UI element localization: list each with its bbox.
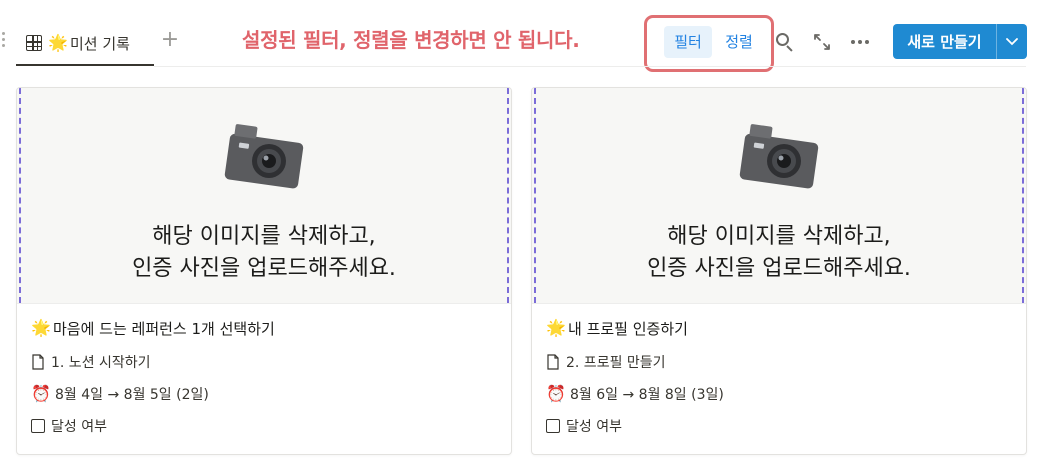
cover-instruction: 해당 이미지를 삭제하고, 인증 사진을 업로드해주세요. [532,221,1026,285]
card-body: 🌟 마음에 드는 레퍼런스 1개 선택하기 1. 노션 시작하기 ⏰ 8월 4일… [17,303,511,448]
card-body: 🌟 내 프로필 인증하기 2. 프로필 만들기 ⏰ 8월 6일 → 8월 8일 … [532,303,1026,448]
relation-text: 1. 노션 시작하기 [51,355,151,371]
checkbox[interactable] [31,419,45,433]
new-button[interactable]: 새로 만들기 [893,24,1027,59]
cover-line: 인증 사진을 업로드해주세요. [647,256,911,281]
page-icon [32,354,44,370]
chevron-down-icon[interactable] [997,37,1027,46]
gallery-grid-icon [26,35,42,51]
filter-button[interactable]: 필터 [664,26,712,58]
page-icon [547,354,559,370]
cover-line: 해당 이미지를 삭제하고, [152,224,376,249]
relation-property[interactable]: 2. 프로필 만들기 [546,352,1012,372]
card-title-text: 마음에 드는 레퍼런스 1개 선택하기 [53,319,275,338]
warning-annotation: 설정된 필터, 정렬을 변경하면 안 됩니다. [242,28,580,52]
card-cover[interactable]: 해당 이미지를 삭제하고, 인증 사진을 업로드해주세요. [17,88,511,303]
tab-mission-log[interactable]: 🌟 미션 기록 [16,22,154,66]
camera-icon [224,124,304,189]
add-view-icon[interactable]: + [160,28,180,52]
relation-text: 2. 프로필 만들기 [566,355,666,371]
card-cover[interactable]: 해당 이미지를 삭제하고, 인증 사진을 업로드해주세요. [532,88,1026,303]
checkbox-property[interactable]: 달성 여부 [31,416,497,436]
star-icon: 🌟 [31,318,51,337]
toolbar-divider [154,66,1026,67]
checkbox-label: 달성 여부 [566,419,622,435]
alarm-clock-icon: ⏰ [546,384,566,403]
gallery-card[interactable]: 해당 이미지를 삭제하고, 인증 사진을 업로드해주세요. 🌟 마음에 드는 레… [16,87,512,455]
card-title-text: 내 프로필 인증하기 [568,319,688,338]
gallery-card[interactable]: 해당 이미지를 삭제하고, 인증 사진을 업로드해주세요. 🌟 내 프로필 인증… [531,87,1027,455]
sort-button[interactable]: 정렬 [716,26,762,58]
cover-line: 해당 이미지를 삭제하고, [667,224,891,249]
date-property: ⏰ 8월 6일 → 8월 8일 (3일) [546,384,1012,404]
alarm-clock-icon: ⏰ [31,384,51,403]
cover-line: 인증 사진을 업로드해주세요. [132,256,396,281]
date-text: 8월 4일 → 8월 5일 (2일) [55,387,209,403]
relation-property[interactable]: 1. 노션 시작하기 [31,352,497,372]
checkbox[interactable] [546,419,560,433]
more-options-icon[interactable] [846,28,874,56]
card-title[interactable]: 🌟 내 프로필 인증하기 [546,316,1012,340]
search-icon[interactable] [770,28,798,56]
star-icon: 🌟 [546,318,566,337]
date-text: 8월 6일 → 8월 8일 (3일) [570,387,724,403]
drag-handle[interactable] [2,32,8,50]
checkbox-property[interactable]: 달성 여부 [546,416,1012,436]
expand-icon[interactable] [808,28,836,56]
checkbox-label: 달성 여부 [51,419,107,435]
view-toolbar: 🌟 미션 기록 + 설정된 필터, 정렬을 변경하면 안 됩니다. 필터 정렬 … [0,0,1044,72]
new-button-label: 새로 만들기 [907,33,982,51]
star-icon: 🌟 [48,33,68,52]
tab-label: 미션 기록 [70,34,130,53]
date-property: ⏰ 8월 4일 → 8월 5일 (2일) [31,384,497,404]
cover-instruction: 해당 이미지를 삭제하고, 인증 사진을 업로드해주세요. [17,221,511,285]
card-title[interactable]: 🌟 마음에 드는 레퍼런스 1개 선택하기 [31,316,497,340]
camera-icon [739,124,819,189]
